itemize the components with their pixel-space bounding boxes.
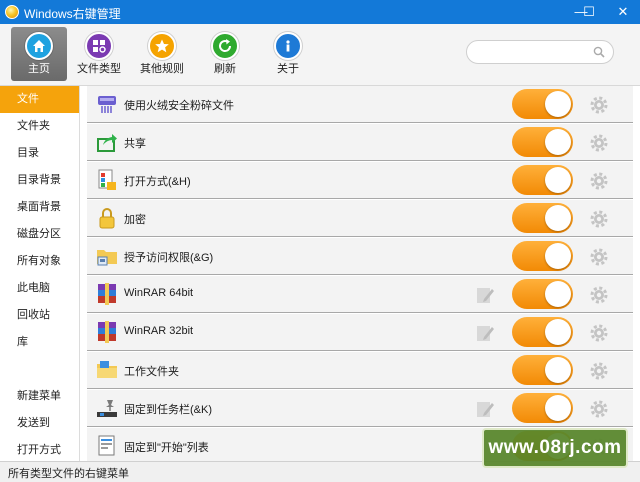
sidebar: 文件 文件夹 目录 目录背景 桌面背景 磁盘分区 所有对象 此电脑 回收站 库 … <box>0 86 80 461</box>
toolbar: 主页 文件类型 其他规则 刷新 关于 <box>0 24 640 86</box>
menu-item-row: 打开方式(&H) <box>87 162 633 199</box>
menu-item-label: 打开方式(&H) <box>124 176 191 188</box>
menu-item-row: 使用火绒安全粉碎文件 <box>87 86 633 123</box>
sidebar-item-drive[interactable]: 磁盘分区 <box>0 221 79 248</box>
sidebar-item-desktop-background[interactable]: 桌面背景 <box>0 194 79 221</box>
menu-item-label: 工作文件夹 <box>124 366 179 378</box>
sidebar-item-send-to[interactable]: 发送到 <box>0 410 79 437</box>
gear-icon[interactable] <box>588 132 610 154</box>
refresh-label: 刷新 <box>214 63 236 75</box>
file-types-button[interactable]: 文件类型 <box>71 27 127 81</box>
menu-item-label: 共享 <box>124 138 146 150</box>
open-with-icon <box>98 169 116 190</box>
window-title: Windows右键管理 <box>24 7 121 21</box>
search-input[interactable] <box>466 40 614 64</box>
gear-icon[interactable] <box>588 170 610 192</box>
sidebar-item-directory-background[interactable]: 目录背景 <box>0 167 79 194</box>
gear-icon[interactable] <box>588 284 610 306</box>
sidebar-item-folder[interactable]: 文件夹 <box>0 113 79 140</box>
menu-item-label: WinRAR 32bit <box>124 325 194 337</box>
menu-item-label: 授予访问权限(&G) <box>124 252 214 264</box>
menu-item-row: 固定到任务栏(&K) <box>87 390 633 427</box>
menu-item-row: 工作文件夹 <box>87 352 633 389</box>
enable-toggle[interactable] <box>512 317 573 347</box>
gear-icon[interactable] <box>588 94 610 116</box>
sidebar-item-open-with[interactable]: 打开方式 <box>0 437 79 464</box>
menu-item-label: 使用火绒安全粉碎文件 <box>124 100 234 112</box>
app-icon <box>5 5 19 19</box>
home-icon <box>25 32 53 60</box>
other-rules-button[interactable]: 其他规则 <box>134 27 190 81</box>
status-text: 所有类型文件的右键菜单 <box>8 468 129 480</box>
enable-toggle[interactable] <box>512 393 573 423</box>
refresh-icon <box>211 32 239 60</box>
menu-item-row: WinRAR 32bit <box>87 314 633 351</box>
edit-icon[interactable] <box>474 322 496 344</box>
lock-icon <box>99 208 115 229</box>
menu-item-label: WinRAR 64bit <box>124 287 194 299</box>
maximize-button[interactable]: ☐ <box>572 0 606 24</box>
toggle-knob <box>545 319 571 345</box>
sidebar-item-new-menu[interactable]: 新建菜单 <box>0 383 79 410</box>
toggle-knob <box>545 129 571 155</box>
menu-item-label: 加密 <box>124 214 146 226</box>
shredder-icon <box>98 96 116 113</box>
sidebar-item-all-objects[interactable]: 所有对象 <box>0 248 79 275</box>
sidebar-item-this-pc[interactable]: 此电脑 <box>0 275 79 302</box>
file-types-icon <box>85 32 113 60</box>
star-icon <box>148 32 176 60</box>
gear-icon[interactable] <box>588 208 610 230</box>
toggle-knob <box>545 243 571 269</box>
work-folder-icon <box>97 361 117 378</box>
sidebar-item-recycle-bin[interactable]: 回收站 <box>0 302 79 329</box>
search-icon[interactable] <box>593 46 605 58</box>
menu-item-row: 共享 <box>87 124 633 161</box>
menu-item-list: 使用火绒安全粉碎文件 共享 打开方式(&H) 加密 授予访问权限(&G) Win… <box>80 86 640 461</box>
winrar-icon <box>98 321 116 343</box>
toggle-knob <box>545 91 571 117</box>
toggle-knob <box>545 167 571 193</box>
watermark-logo: www.08rj.com <box>482 428 628 468</box>
about-label: 关于 <box>277 63 299 75</box>
toggle-knob <box>545 395 571 421</box>
other-rules-label: 其他规则 <box>140 63 184 75</box>
gear-icon[interactable] <box>588 246 610 268</box>
pin-taskbar-icon <box>97 400 117 417</box>
title-bar: Windows右键管理 — ☐ ✕ <box>0 0 640 24</box>
enable-toggle[interactable] <box>512 279 573 309</box>
share-icon <box>97 134 117 152</box>
enable-toggle[interactable] <box>512 89 573 119</box>
info-icon <box>274 32 302 60</box>
sidebar-item-library[interactable]: 库 <box>0 329 79 356</box>
gear-icon[interactable] <box>588 398 610 420</box>
enable-toggle[interactable] <box>512 355 573 385</box>
menu-item-row: WinRAR 64bit <box>87 276 633 313</box>
edit-icon[interactable] <box>474 284 496 306</box>
folder-share-icon <box>97 250 117 266</box>
toggle-knob <box>545 357 571 383</box>
about-button[interactable]: 关于 <box>260 27 316 81</box>
close-button[interactable]: ✕ <box>606 0 640 24</box>
edit-icon[interactable] <box>474 398 496 420</box>
enable-toggle[interactable] <box>512 127 573 157</box>
menu-item-label: 固定到任务栏(&K) <box>124 404 212 416</box>
sidebar-item-file[interactable]: 文件 <box>0 86 79 113</box>
pin-start-icon <box>98 435 115 456</box>
home-label: 主页 <box>28 63 50 75</box>
menu-item-row: 授予访问权限(&G) <box>87 238 633 275</box>
file-types-label: 文件类型 <box>77 63 121 75</box>
enable-toggle[interactable] <box>512 241 573 271</box>
toggle-knob <box>545 205 571 231</box>
gear-icon[interactable] <box>588 360 610 382</box>
menu-item-label: 固定到"开始"列表 <box>124 442 209 454</box>
toggle-knob <box>545 281 571 307</box>
enable-toggle[interactable] <box>512 203 573 233</box>
sidebar-item-directory[interactable]: 目录 <box>0 140 79 167</box>
refresh-button[interactable]: 刷新 <box>197 27 253 81</box>
gear-icon[interactable] <box>588 322 610 344</box>
winrar-icon <box>98 283 116 305</box>
enable-toggle[interactable] <box>512 165 573 195</box>
home-button[interactable]: 主页 <box>11 27 67 81</box>
menu-item-row: 加密 <box>87 200 633 237</box>
